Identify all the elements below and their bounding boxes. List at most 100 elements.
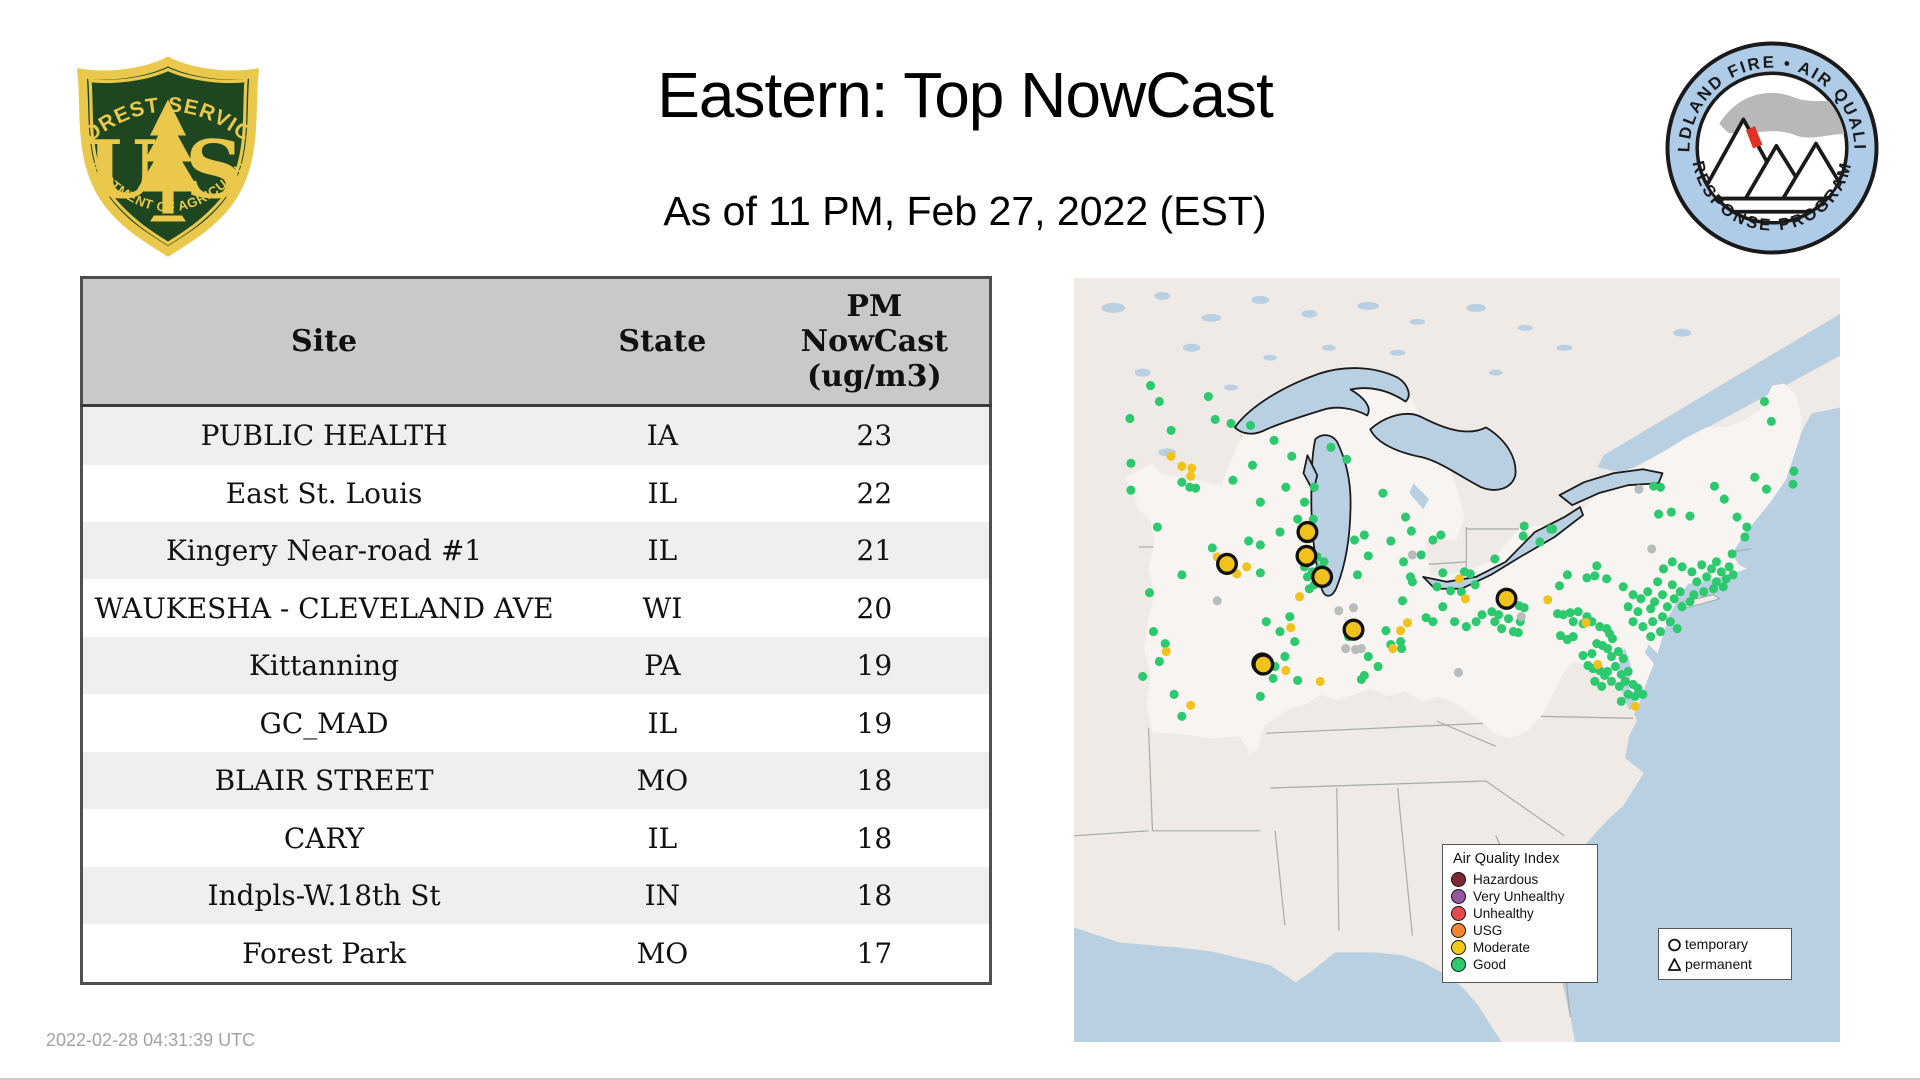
monitor-dot-good[interactable] [1788,480,1797,489]
monitor-dot-good[interactable] [1407,526,1416,535]
monitor-dot-good[interactable] [1607,652,1616,661]
monitor-dot-missing[interactable] [1213,596,1222,605]
monitor-dot-missing[interactable] [1334,606,1343,615]
monitor-dot-missing[interactable] [1357,644,1366,653]
monitor-dot-good[interactable] [1256,498,1265,507]
monitor-dot-good[interactable] [1725,562,1734,571]
monitor-dot-good[interactable] [1293,514,1302,523]
monitor-dot-good[interactable] [1360,530,1369,539]
monitor-dot-good[interactable] [1408,577,1417,586]
monitor-dot-good[interactable] [1256,568,1265,577]
monitor-dot-good[interactable] [1678,562,1687,571]
monitor-dot-good[interactable] [1472,617,1481,626]
monitor-dot-good[interactable] [1497,624,1506,633]
monitor-dot-good[interactable] [1659,564,1668,573]
monitor-dot-good[interactable] [1417,550,1426,559]
monitor-dot-good[interactable] [1177,478,1186,487]
monitor-dot-good[interactable] [1611,662,1620,671]
monitor-dot-good[interactable] [1750,473,1759,482]
monitor-dot-good[interactable] [1702,572,1711,581]
monitor-dot-good[interactable] [1624,602,1633,611]
monitor-dot-good[interactable] [1438,602,1447,611]
monitor-dot-good[interactable] [1617,697,1626,706]
monitor-dot-moderate[interactable] [1177,462,1186,471]
monitor-dot-good[interactable] [1656,627,1665,636]
monitor-dot-good[interactable] [1138,672,1147,681]
monitor-dot-good[interactable] [1597,682,1606,691]
monitor-dot-good[interactable] [1177,570,1186,579]
monitor-dot-good[interactable] [1563,570,1572,579]
monitor-dot-good[interactable] [1275,627,1284,636]
monitor-dot-good[interactable] [1676,587,1685,596]
monitor-dot-good[interactable] [1654,509,1663,518]
monitor-dot-good[interactable] [1386,536,1395,545]
monitor-dot-good[interactable] [1477,610,1486,619]
monitor-dot-moderate[interactable] [1581,618,1590,627]
monitor-dot-good[interactable] [1462,622,1471,631]
monitor-dot-good[interactable] [1667,507,1676,516]
monitor-dot-good[interactable] [1607,677,1616,686]
monitor-map[interactable]: Air Quality Index HazardousVery Unhealth… [1074,278,1840,1042]
monitor-dot-good[interactable] [1689,590,1698,599]
monitor-dot-good[interactable] [1546,524,1555,533]
monitor-dot-good[interactable] [1673,624,1682,633]
monitor-dot-good[interactable] [1621,677,1630,686]
monitor-dot-good[interactable] [1275,527,1284,536]
monitor-dot-good[interactable] [1280,652,1289,661]
monitor-dot-good[interactable] [1656,483,1665,492]
monitor-dot-good[interactable] [1678,602,1687,611]
top-site-marker[interactable] [1254,655,1273,674]
monitor-dot-good[interactable] [1204,392,1213,401]
monitor-dot-good[interactable] [1633,607,1642,616]
monitor-dot-good[interactable] [1668,557,1677,566]
monitor-dot-missing[interactable] [1454,668,1463,677]
monitor-dot-moderate[interactable] [1455,574,1464,583]
monitor-dot-good[interactable] [1608,634,1617,643]
monitor-dot-good[interactable] [1555,581,1564,590]
monitor-dot-missing[interactable] [1408,550,1417,559]
monitor-dot-good[interactable] [1636,594,1645,603]
monitor-dot-good[interactable] [1262,617,1271,626]
monitor-dot-good[interactable] [1740,532,1749,541]
monitor-dot-good[interactable] [1191,484,1200,493]
monitor-dot-good[interactable] [1697,560,1706,569]
monitor-dot-good[interactable] [1401,512,1410,521]
monitor-dot-good[interactable] [1646,604,1655,613]
monitor-dot-good[interactable] [1326,443,1335,452]
monitor-dot-good[interactable] [1310,483,1319,492]
monitor-dot-good[interactable] [1590,571,1599,580]
monitor-dot-good[interactable] [1208,543,1217,552]
monitor-dot-good[interactable] [1428,617,1437,626]
monitor-dot-good[interactable] [1155,397,1164,406]
monitor-dot-moderate[interactable] [1403,618,1412,627]
monitor-dot-good[interactable] [1719,582,1728,591]
monitor-dot-good[interactable] [1646,632,1655,641]
monitor-dot-good[interactable] [1428,535,1437,544]
monitor-dot-good[interactable] [1663,602,1672,611]
monitor-dot-good[interactable] [1709,584,1718,593]
monitor-dot-good[interactable] [1303,572,1312,581]
monitor-dot-good[interactable] [1161,639,1170,648]
monitor-dot-good[interactable] [1446,586,1455,595]
monitor-dot-good[interactable] [1569,617,1578,626]
monitor-dot-good[interactable] [1603,644,1612,653]
top-site-marker[interactable] [1313,567,1332,586]
monitor-dot-good[interactable] [1155,657,1164,666]
monitor-dot-good[interactable] [1149,627,1158,636]
monitor-dot-good[interactable] [1520,603,1529,612]
monitor-dot-good[interactable] [1648,617,1657,626]
monitor-dot-good[interactable] [1579,651,1588,660]
top-site-marker[interactable] [1497,589,1516,608]
monitor-dot-good[interactable] [1281,483,1290,492]
monitor-dot-good[interactable] [1293,676,1302,685]
monitor-dot-good[interactable] [1720,495,1729,504]
monitor-dot-moderate[interactable] [1281,666,1290,675]
monitor-dot-good[interactable] [1290,637,1299,646]
monitor-dot-good[interactable] [1692,577,1701,586]
monitor-dot-moderate[interactable] [1631,702,1640,711]
monitor-dot-good[interactable] [1353,570,1362,579]
monitor-dot-good[interactable] [1668,580,1677,589]
monitor-dot-good[interactable] [1556,631,1565,640]
monitor-dot-good[interactable] [1658,612,1667,621]
monitor-dot-good[interactable] [1629,590,1638,599]
